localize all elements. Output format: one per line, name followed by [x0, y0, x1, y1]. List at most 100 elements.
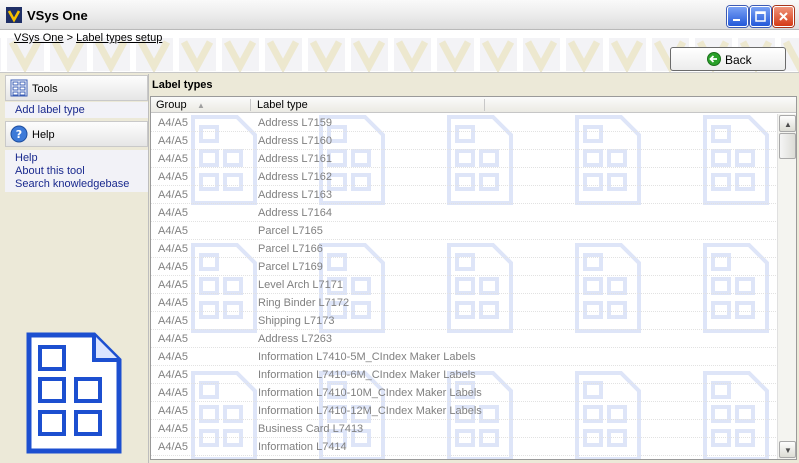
cell-group: A4/A5: [158, 333, 188, 345]
table-row[interactable]: A4/A5 Address L7163: [151, 186, 776, 204]
table-row[interactable]: A4/A5 Address L7161: [151, 150, 776, 168]
table-row[interactable]: A4/A5 Parcel L7166: [151, 240, 776, 258]
help-link[interactable]: Help: [5, 152, 148, 165]
breadcrumb-home-link[interactable]: VSys One: [14, 32, 64, 44]
cell-group: A4/A5: [158, 369, 188, 381]
table-row[interactable]: A4/A5 Information L7410-6M_CIndex Maker L…: [151, 366, 776, 384]
table-row[interactable]: A4/A5 Address L7162: [151, 168, 776, 186]
tools-grid-icon: [10, 79, 28, 97]
cell-label-type: Shipping L7173: [258, 315, 335, 327]
column-header-label-type[interactable]: Label type: [257, 99, 308, 111]
arrow-up-icon: ▲: [784, 120, 792, 129]
cell-group: A4/A5: [158, 171, 188, 183]
sort-ascending-icon: ▲: [197, 101, 205, 110]
table-row[interactable]: A4/A5 Parcel L7165: [151, 222, 776, 240]
scroll-thumb[interactable]: [779, 133, 796, 159]
cell-label-type: Address L7160: [258, 135, 332, 147]
close-icon: [779, 12, 788, 21]
maximize-icon: [755, 11, 766, 22]
cell-label-type: Address L7164: [258, 207, 332, 219]
cell-group: A4/A5: [158, 153, 188, 165]
arrow-down-icon: ▼: [784, 446, 792, 455]
cell-label-type: Address L7161: [258, 153, 332, 165]
help-section-header[interactable]: ? Help: [5, 121, 148, 147]
cell-group: A4/A5: [158, 297, 188, 309]
table-row[interactable]: A4/A5 Parcel L7169: [151, 258, 776, 276]
back-arrow-icon: [707, 52, 721, 66]
cell-group: A4/A5: [158, 423, 188, 435]
cell-label-type: Information L7410-6M_CIndex Maker Labels: [258, 369, 476, 381]
help-icon: ?: [10, 125, 28, 143]
cell-label-type: Address L7263: [258, 333, 332, 345]
breadcrumb-current-link[interactable]: Label types setup: [76, 32, 162, 44]
grid-header: Group ▲ Label type: [151, 97, 796, 113]
cell-label-type: Address L7162: [258, 171, 332, 183]
label-sheet-icon: [26, 332, 122, 454]
table-row[interactable]: A4/A5 Business Card L7413: [151, 420, 776, 438]
table-row[interactable]: A4/A5 Information L7414: [151, 438, 776, 456]
back-button[interactable]: Back: [670, 47, 786, 71]
column-divider[interactable]: [484, 99, 485, 111]
breadcrumb-separator: >: [66, 32, 74, 44]
about-this-tool-link[interactable]: About this tool: [5, 165, 148, 178]
cell-group: A4/A5: [158, 387, 188, 399]
cell-group: A4/A5: [158, 135, 188, 147]
maximize-button[interactable]: [750, 6, 771, 27]
close-button[interactable]: [773, 6, 794, 27]
tools-section-header[interactable]: Tools: [5, 75, 148, 101]
label-types-grid: Group ▲ Label type A4/A5 Address L7159 A…: [150, 96, 797, 460]
table-row[interactable]: A4/A5 Information L7410-5M_CIndex Maker L…: [151, 348, 776, 366]
cell-group: A4/A5: [158, 405, 188, 417]
panel-title: Label types: [152, 79, 213, 91]
cell-group: A4/A5: [158, 225, 188, 237]
table-row[interactable]: A4/A5 Ring Binder L7172: [151, 294, 776, 312]
back-button-label: Back: [725, 53, 752, 67]
table-row[interactable]: A4/A5 Address L7160: [151, 132, 776, 150]
cell-label-type: Information L7410-12M_CIndex Maker Label…: [258, 405, 482, 417]
cell-label-type: Parcel L7169: [258, 261, 323, 273]
app-window: VSys One VSys One > Label types setup Ba…: [0, 0, 799, 463]
scroll-up-button[interactable]: ▲: [779, 115, 796, 132]
minimize-button[interactable]: [727, 6, 748, 27]
table-row[interactable]: A4/A5 Shipping L7173: [151, 312, 776, 330]
cell-label-type: Information L7410-10M_CIndex Maker Label…: [258, 387, 482, 399]
table-row[interactable]: A4/A5 Level Arch L7171: [151, 276, 776, 294]
main-panel: Label types Group ▲ Label type A4/A5 Add…: [150, 74, 799, 463]
column-header-group[interactable]: Group: [156, 99, 187, 111]
window-title: VSys One: [27, 8, 88, 23]
add-label-type-link[interactable]: Add label type: [5, 104, 148, 117]
grid-body: A4/A5 Address L7159 A4/A5 Address L7160 A4/A…: [151, 114, 776, 459]
cell-group: A4/A5: [158, 243, 188, 255]
cell-label-type: Parcel L7166: [258, 243, 323, 255]
column-divider[interactable]: [250, 99, 251, 111]
tools-section-title: Tools: [32, 83, 58, 95]
cell-group: A4/A5: [158, 261, 188, 273]
minimize-icon: [733, 19, 740, 21]
search-knowledgebase-link[interactable]: Search knowledgebase: [5, 178, 148, 191]
cell-label-type: Information L7410-5M_CIndex Maker Labels: [258, 351, 476, 363]
title-bar[interactable]: VSys One: [0, 0, 799, 30]
svg-text:?: ?: [16, 128, 22, 141]
cell-label-type: Level Arch L7171: [258, 279, 344, 291]
table-row[interactable]: A4/A5 Information L7410-10M_CIndex Maker …: [151, 384, 776, 402]
table-row[interactable]: A4/A5 Information L7410-12M_CIndex Maker …: [151, 402, 776, 420]
vertical-scrollbar[interactable]: ▲ ▼: [777, 114, 796, 459]
cell-group: A4/A5: [158, 279, 188, 291]
cell-label-type: Information L7414: [258, 441, 347, 453]
help-section-title: Help: [32, 129, 55, 141]
cell-label-type: Ring Binder L7172: [258, 297, 350, 309]
cell-group: A4/A5: [158, 315, 188, 327]
cell-label-type: Address L7159: [258, 117, 332, 129]
cell-group: A4/A5: [158, 207, 188, 219]
table-row[interactable]: A4/A5 Address L7164: [151, 204, 776, 222]
cell-group: A4/A5: [158, 441, 188, 453]
cell-label-type: Address L7163: [258, 189, 332, 201]
tools-links: Add label type: [5, 102, 148, 118]
breadcrumb: VSys One > Label types setup: [14, 32, 162, 44]
table-row[interactable]: A4/A5 Address L7263: [151, 330, 776, 348]
cell-label-type: Parcel L7165: [258, 225, 323, 237]
table-row[interactable]: A4/A5 Address L7159: [151, 114, 776, 132]
sidebar: Tools Add label type ? Help Help About t…: [0, 74, 149, 463]
scroll-down-button[interactable]: ▼: [779, 441, 796, 458]
cell-label-type: Business Card L7413: [258, 423, 364, 435]
